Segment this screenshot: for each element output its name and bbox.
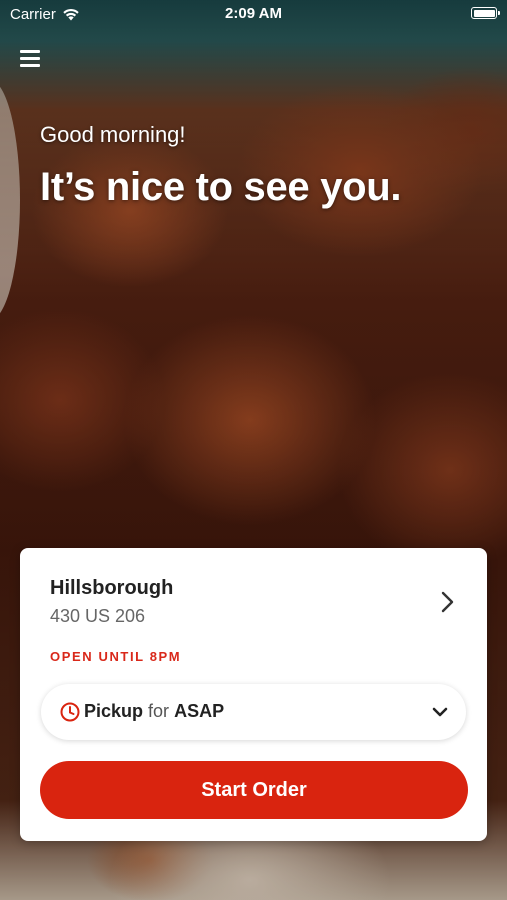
order-mode-selector[interactable]: Pickup for ASAP (41, 684, 466, 740)
hours-status: OPEN UNTIL 8PM (50, 649, 182, 664)
menu-button[interactable] (20, 48, 42, 68)
order-time-label: ASAP (174, 701, 225, 721)
greeting-subtitle: Good morning! (40, 122, 186, 147)
location-card: Hillsborough 430 US 206 OPEN UNTIL 8PM P… (20, 548, 487, 841)
status-bar: Carrier 2:09 AM (0, 0, 507, 28)
store-address: 430 US 206 (50, 606, 146, 626)
order-mode-connector: for (148, 701, 170, 721)
chevron-right-icon (441, 591, 454, 613)
store-selector[interactable]: Hillsborough 430 US 206 (20, 548, 487, 638)
order-mode-text: Pickup for ASAP (84, 701, 224, 722)
store-name: Hillsborough (50, 577, 174, 599)
order-mode-label: Pickup (84, 701, 144, 721)
home-screen: Carrier 2:09 AM Good morning! It’s nice … (0, 0, 507, 900)
battery-icon (471, 7, 500, 19)
status-time: 2:09 AM (225, 5, 282, 22)
chevron-down-icon (432, 707, 448, 717)
start-order-button[interactable]: Start Order (40, 761, 468, 819)
clock-icon (60, 702, 80, 722)
greeting-title: It’s nice to see you. (40, 165, 402, 209)
